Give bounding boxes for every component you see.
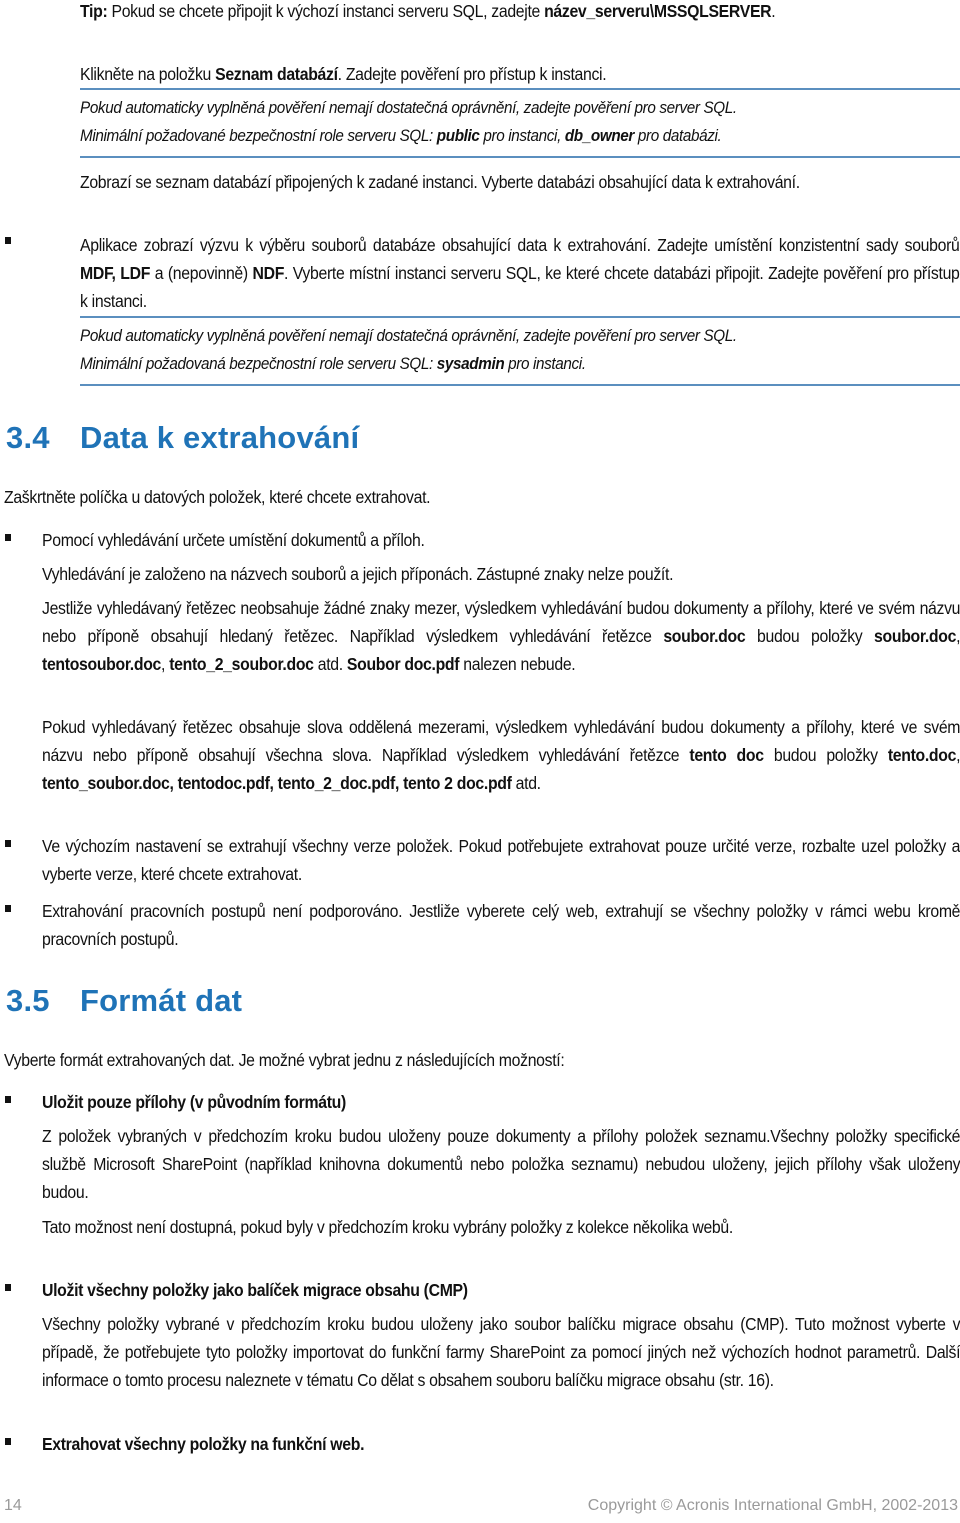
- search-paragraph-1: Vyhledávání je založeno na názvech soubo…: [42, 564, 674, 584]
- document-page: Tip: Pokud se chcete připojit k výchozí …: [0, 0, 960, 1523]
- option-attachments-note: Tato možnost není dostupná, pokud byly v…: [42, 1217, 733, 1237]
- section-heading-3-4: 3.4 Data k extrahování: [6, 420, 360, 455]
- versions-bullet: Ve výchozím nastavení se extrahují všech…: [42, 836, 960, 884]
- bullet-icon: [5, 237, 11, 244]
- search-bullet-title: Pomocí vyhledávání určete umístění dokum…: [42, 530, 425, 550]
- page-number: 14: [4, 1497, 22, 1514]
- search-paragraph-3: Pokud vyhledávaný řetězec obsahuje slova…: [42, 717, 960, 793]
- bullet-icon: [5, 1438, 11, 1445]
- section-3-5-intro: Vyberte formát extrahovaných dat. Je mož…: [4, 1050, 565, 1070]
- search-paragraph-2: Jestliže vyhledávaný řetězec neobsahuje …: [42, 598, 960, 674]
- option-live-web-title: Extrahovat všechny položky na funkční we…: [42, 1434, 365, 1454]
- server-name-value: název_serveru\MSSQLSERVER: [544, 1, 772, 21]
- bullet-icon: [5, 840, 11, 847]
- attach-database-bullet: Aplikace zobrazí výzvu k výběru souborů …: [80, 235, 960, 311]
- note-box-credentials-2: Pokud automaticky vyplněná pověření nema…: [80, 316, 960, 386]
- bullet-icon: [5, 1096, 11, 1103]
- option-attachments-title: Uložit pouze přílohy (v původním formátu…: [42, 1092, 346, 1112]
- tip-paragraph: Tip: Pokud se chcete připojit k výchozí …: [80, 1, 776, 21]
- tip-label: Tip:: [80, 1, 108, 21]
- database-list-term: Seznam databází: [215, 64, 338, 84]
- section-3-4-intro: Zaškrtněte políčka u datových položek, k…: [4, 487, 431, 507]
- option-attachments-desc: Z položek vybraných v předchozím kroku b…: [42, 1126, 960, 1202]
- section-heading-3-5: 3.5 Formát dat: [6, 983, 243, 1018]
- option-cmp-title: Uložit všechny položky jako balíček migr…: [42, 1280, 468, 1300]
- copyright-notice: Copyright © Acronis International GmbH, …: [587, 1497, 958, 1514]
- bullet-icon: [5, 905, 11, 912]
- workflows-bullet: Extrahování pracovních postupů není podp…: [42, 901, 960, 949]
- note-box-credentials-1: Pokud automaticky vyplněná pověření nema…: [80, 88, 960, 158]
- option-cmp-desc: Všechny položky vybrané v předchozím kro…: [42, 1314, 960, 1390]
- bullet-icon: [5, 1284, 11, 1291]
- step-click-database-list: Klikněte na položku Seznam databází. Zad…: [80, 64, 607, 84]
- database-list-paragraph: Zobrazí se seznam databází připojených k…: [80, 172, 800, 192]
- bullet-icon: [5, 534, 11, 541]
